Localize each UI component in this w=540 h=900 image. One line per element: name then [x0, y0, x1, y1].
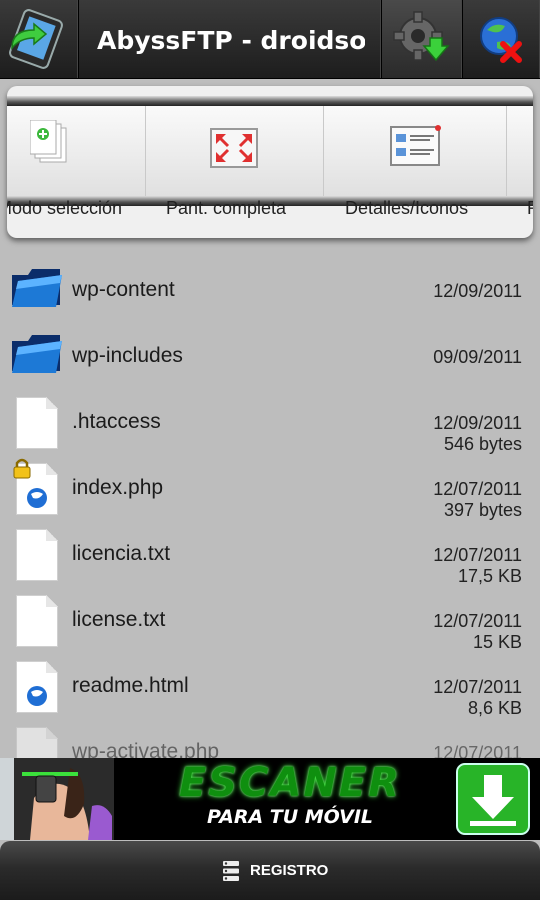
- file-name: index.php: [72, 476, 164, 499]
- list-item[interactable]: .htaccess 12/09/2011 546 bytes: [0, 389, 540, 455]
- menu-item-label: R: [527, 198, 533, 219]
- file-size: 17,5 KB: [457, 566, 522, 586]
- app-icon-button[interactable]: [0, 0, 79, 78]
- menu-item-label: Detalles/Iconos: [345, 198, 469, 218]
- list-item[interactable]: license.txt 12/07/2011 15 KB: [0, 587, 540, 653]
- file-date: 12/07/2011: [433, 743, 522, 758]
- file-size: 15 KB: [472, 632, 522, 652]
- file-name: license.txt: [72, 608, 166, 631]
- web-document-icon: [16, 661, 58, 713]
- disconnect-button[interactable]: [463, 0, 540, 78]
- download-arrow-icon: [456, 763, 530, 835]
- list-item[interactable]: wp-activate.php 12/07/2011: [0, 719, 540, 758]
- file-date: 12/07/2011: [433, 677, 522, 697]
- list-item[interactable]: wp-content 12/09/2011: [0, 257, 540, 323]
- file-name: readme.html: [72, 674, 189, 697]
- file-name: wp-includes: [72, 344, 183, 367]
- menu-item-fullscreen[interactable]: Pant. completa: [146, 106, 324, 218]
- menu-item-selection-mode[interactable]: Modo selección: [7, 106, 146, 218]
- details-list-icon: [390, 125, 441, 166]
- top-action-bar: AbyssFTP - droidsoft: [0, 0, 540, 79]
- file-date: 09/09/2011: [433, 347, 522, 367]
- document-icon: [16, 397, 58, 449]
- file-size: 397 bytes: [443, 500, 522, 520]
- file-date: 12/09/2011: [433, 413, 522, 433]
- file-name: wp-activate.php: [72, 740, 220, 758]
- log-list-icon: [223, 861, 239, 881]
- list-item[interactable]: licencia.txt 12/07/2011 17,5 KB: [0, 521, 540, 587]
- menu-item-partial[interactable]: R: [507, 106, 533, 218]
- web-document-icon: [16, 727, 58, 758]
- fullscreen-icon: [210, 128, 258, 168]
- registro-label: REGISTRO: [250, 862, 329, 879]
- gear-download-icon: [393, 11, 450, 62]
- file-name: licencia.txt: [72, 542, 171, 565]
- menu-item-label: Pant. completa: [166, 198, 287, 218]
- document-icon: [16, 529, 58, 581]
- registro-button[interactable]: REGISTRO: [0, 841, 540, 900]
- file-date: 12/07/2011: [433, 611, 522, 631]
- file-date: 12/09/2011: [433, 281, 522, 301]
- document-icon: [16, 595, 58, 647]
- actions-menu-popup: Modo selección Pant. completa Detalles/I…: [7, 86, 533, 238]
- folder-icon: [12, 335, 62, 373]
- lock-icon: [13, 458, 31, 479]
- title-area: AbyssFTP - droidsoft: [79, 0, 382, 78]
- folder-icon: [12, 269, 62, 307]
- file-date: 12/07/2011: [433, 479, 522, 499]
- ad-subline: PARA TU MÓVIL: [206, 806, 374, 828]
- list-partial-row: [0, 240, 540, 254]
- list-item[interactable]: index.php 12/07/2011 397 bytes: [0, 455, 540, 521]
- phone-transfer-icon: [9, 9, 63, 69]
- popup-top-band: [7, 96, 533, 106]
- file-name: wp-content: [72, 278, 175, 301]
- app-title: AbyssFTP - droidsoft: [97, 26, 365, 55]
- file-size: 546 bytes: [443, 434, 522, 454]
- list-item[interactable]: readme.html 12/07/2011 8,6 KB: [0, 653, 540, 719]
- file-size: 8,6 KB: [467, 698, 522, 718]
- globe-disconnect-icon: [480, 17, 522, 63]
- list-item[interactable]: wp-includes 09/09/2011: [0, 323, 540, 389]
- ad-headline: ESCANER: [178, 760, 402, 806]
- globe-icon: [27, 686, 47, 706]
- add-documents-icon: [30, 120, 67, 163]
- menu-item-label: Modo selección: [7, 198, 123, 218]
- file-date: 12/07/2011: [433, 545, 522, 565]
- settings-button[interactable]: [382, 0, 463, 78]
- file-name: .htaccess: [72, 410, 161, 433]
- menu-item-details-icons[interactable]: Detalles/Iconos: [324, 106, 507, 218]
- ad-banner[interactable]: ESCANER PARA TU MÓVIL: [0, 758, 540, 840]
